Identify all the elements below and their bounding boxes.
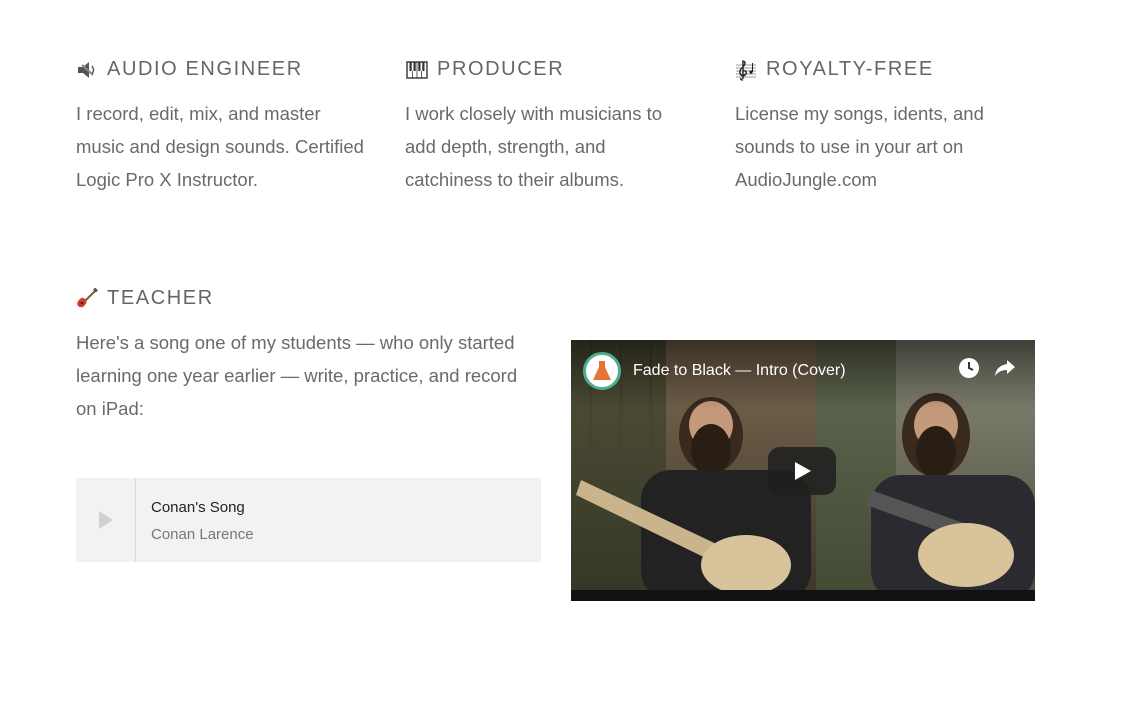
section-title: AUDIO ENGINEER bbox=[107, 58, 303, 80]
play-icon bbox=[98, 511, 113, 529]
text-line: Logic Pro X Instructor. bbox=[76, 169, 259, 190]
channel-avatar[interactable] bbox=[583, 352, 621, 390]
text-line: catchiness to their albums. bbox=[405, 169, 625, 190]
play-icon bbox=[795, 462, 811, 480]
heading-royalty-free: ROYALTY-FREE bbox=[735, 58, 934, 81]
text-line: add depth, strength, and bbox=[405, 136, 606, 157]
track-title: Conan's Song bbox=[151, 499, 245, 516]
section-title: TEACHER bbox=[107, 287, 214, 309]
speaker-icon bbox=[76, 59, 98, 81]
text-line: Here's a song one of my students — who o… bbox=[76, 332, 515, 353]
text-line: AudioJungle.com bbox=[735, 169, 877, 190]
watch-later-icon[interactable] bbox=[956, 355, 982, 381]
audio-player: Conan's Song Conan Larence bbox=[76, 478, 541, 562]
section-title: PRODUCER bbox=[437, 58, 565, 80]
piano-keys-icon bbox=[406, 59, 428, 81]
producer-description: I work closely with musicians to add dep… bbox=[405, 97, 662, 196]
heading-producer: PRODUCER bbox=[406, 58, 564, 81]
track-info: Conan's Song Conan Larence bbox=[136, 478, 254, 562]
text-line: sounds to use in your art on bbox=[735, 136, 964, 157]
section-title: ROYALTY-FREE bbox=[766, 58, 934, 80]
heading-audio-engineer: AUDIO ENGINEER bbox=[76, 58, 303, 81]
video-play-button[interactable] bbox=[768, 447, 836, 495]
track-artist: Conan Larence bbox=[151, 526, 254, 543]
royalty-free-description: License my songs, idents, and sounds to … bbox=[735, 97, 984, 196]
text-line: on iPad: bbox=[76, 398, 144, 419]
audio-engineer-description: I record, edit, mix, and master music an… bbox=[76, 97, 364, 196]
teacher-description: Here's a song one of my students — who o… bbox=[76, 326, 517, 425]
text-line: License my songs, idents, and bbox=[735, 103, 984, 124]
flask-icon bbox=[593, 361, 611, 380]
text-line: learning one year earlier — write, pract… bbox=[76, 365, 518, 386]
player-play-button[interactable] bbox=[76, 478, 136, 562]
video-title[interactable]: Fade to Black — Intro (Cover) bbox=[633, 362, 846, 380]
guitar-icon bbox=[76, 287, 98, 310]
share-icon[interactable] bbox=[992, 355, 1018, 381]
video-embed[interactable]: Fade to Black — Intro (Cover) bbox=[571, 340, 1035, 601]
text-line: music and design sounds. Certified bbox=[76, 136, 364, 157]
treble-clef-icon bbox=[735, 59, 757, 81]
text-line: I record, edit, mix, and master bbox=[76, 103, 321, 124]
heading-teacher: TEACHER bbox=[76, 287, 214, 310]
text-line: I work closely with musicians to bbox=[405, 103, 663, 124]
